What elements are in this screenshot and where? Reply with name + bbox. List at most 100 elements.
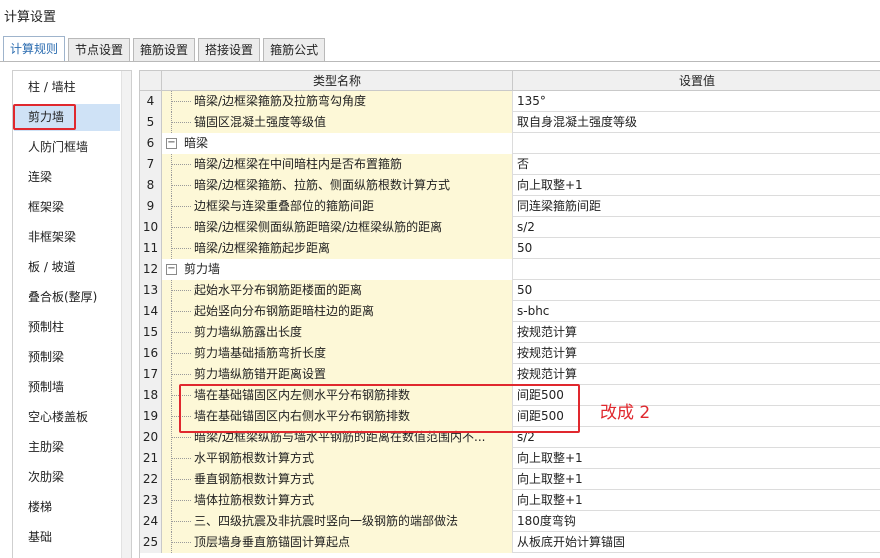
table-row[interactable]: 25 顶层墙身垂直筋锚固计算起点 从板底开始计算锚固	[140, 532, 880, 553]
tab-calc-rules[interactable]: 计算规则	[3, 36, 66, 62]
component-sidebar: 柱 / 墙柱 剪力墙 人防门框墙 连梁 框架梁 非框架梁 板 / 坡道 叠合板(…	[12, 70, 132, 558]
tree-connector-horizontal	[171, 164, 191, 165]
row-number: 16	[140, 343, 162, 364]
table-row[interactable]: 5 锚固区混凝土强度等级值 取自身混凝土强度等级	[140, 112, 880, 133]
row-number: 5	[140, 112, 162, 133]
type-name-cell: − 剪力墙	[162, 259, 513, 280]
sidebar-scrollbar[interactable]	[121, 71, 131, 558]
tree-connector-horizontal	[171, 353, 191, 354]
header-type-name: 类型名称	[162, 71, 513, 91]
setting-value-cell[interactable]: 向上取整+1	[513, 469, 880, 490]
type-name-cell: 暗梁/边框梁侧面纵筋距暗梁/边框梁纵筋的距离	[162, 217, 513, 238]
sidebar-item-civil-defense-door-wall[interactable]: 人防门框墙	[14, 134, 120, 161]
row-number: 11	[140, 238, 162, 259]
tree-connector-horizontal	[171, 521, 191, 522]
tree-connector-horizontal	[171, 332, 191, 333]
sidebar-item-composite-slab[interactable]: 叠合板(整厚)	[14, 284, 120, 311]
setting-value-cell[interactable]: 从板底开始计算锚固	[513, 532, 880, 553]
table-row[interactable]: 8 暗梁/边框梁箍筋、拉筋、侧面纵筋根数计算方式 向上取整+1	[140, 175, 880, 196]
row-number: 17	[140, 364, 162, 385]
setting-value-cell[interactable]: 向上取整+1	[513, 490, 880, 511]
table-row[interactable]: 4 暗梁/边框梁箍筋及拉筋弯勾角度 135°	[140, 91, 880, 112]
table-row[interactable]: 16 剪力墙基础插筋弯折长度 按规范计算	[140, 343, 880, 364]
setting-value-cell[interactable]	[513, 259, 880, 280]
type-name-cell: 边框梁与连梁重叠部位的箍筋间距	[162, 196, 513, 217]
row-number: 14	[140, 301, 162, 322]
sidebar-item-precast-column[interactable]: 预制柱	[14, 314, 120, 341]
type-name-label: 顶层墙身垂直筋锚固计算起点	[194, 535, 351, 549]
type-name-label: 垂直钢筋根数计算方式	[194, 472, 315, 486]
row-number: 12	[140, 259, 162, 280]
tree-connector-horizontal	[171, 542, 191, 543]
setting-value-cell[interactable]: s/2	[513, 217, 880, 238]
setting-value-cell[interactable]: 按规范计算	[513, 343, 880, 364]
type-name-cell: 暗梁/边框梁箍筋、拉筋、侧面纵筋根数计算方式	[162, 175, 513, 196]
setting-value-cell[interactable]: 50	[513, 280, 880, 301]
table-row[interactable]: 15 剪力墙纵筋露出长度 按规范计算	[140, 322, 880, 343]
table-row[interactable]: 10 暗梁/边框梁侧面纵筋距暗梁/边框梁纵筋的距离 s/2	[140, 217, 880, 238]
setting-value-cell[interactable]: 向上取整+1	[513, 448, 880, 469]
setting-value-cell[interactable]	[513, 133, 880, 154]
tree-connector-horizontal	[171, 437, 191, 438]
setting-value-cell[interactable]: 否	[513, 154, 880, 175]
setting-value-cell[interactable]: 180度弯钩	[513, 511, 880, 532]
sidebar-item-foundation[interactable]: 基础	[14, 524, 120, 551]
row-number: 8	[140, 175, 162, 196]
collapse-icon[interactable]: −	[166, 138, 177, 149]
collapse-icon[interactable]: −	[166, 264, 177, 275]
sidebar-item-non-frame-beam[interactable]: 非框架梁	[14, 224, 120, 251]
tab-bar: 计算规则 节点设置 箍筋设置 搭接设置 箍筋公式	[3, 36, 328, 62]
tab-stirrup-settings[interactable]: 箍筋设置	[133, 38, 196, 62]
sidebar-item-slab-ramp[interactable]: 板 / 坡道	[14, 254, 120, 281]
setting-value-cell[interactable]: 取自身混凝土强度等级	[513, 112, 880, 133]
sidebar-item-column[interactable]: 柱 / 墙柱	[14, 74, 120, 101]
type-name-cell: 暗梁/边框梁箍筋及拉筋弯勾角度	[162, 91, 513, 112]
sidebar-item-secondary-rib-beam[interactable]: 次肋梁	[14, 464, 120, 491]
highlight-box-shear-wall	[13, 104, 76, 130]
sidebar-item-precast-beam[interactable]: 预制梁	[14, 344, 120, 371]
sidebar-item-precast-wall[interactable]: 预制墙	[14, 374, 120, 401]
type-name-label: 剪力墙纵筋错开距离设置	[194, 367, 327, 381]
tree-connector-horizontal	[171, 290, 191, 291]
setting-value-cell[interactable]: 按规范计算	[513, 364, 880, 385]
table-row[interactable]: 14 起始竖向分布钢筋距暗柱边的距离 s-bhc	[140, 301, 880, 322]
tab-node-settings[interactable]: 节点设置	[68, 38, 131, 62]
header-row-number	[140, 71, 162, 91]
row-number: 13	[140, 280, 162, 301]
header-setting-value: 设置值	[678, 74, 715, 88]
group-row[interactable]: 12− 剪力墙	[140, 259, 880, 280]
table-row[interactable]: 7 暗梁/边框梁在中间暗柱内是否布置箍筋 否	[140, 154, 880, 175]
table-row[interactable]: 13 起始水平分布钢筋距楼面的距离 50	[140, 280, 880, 301]
setting-value-cell[interactable]: 50	[513, 238, 880, 259]
row-number: 9	[140, 196, 162, 217]
sidebar-item-main-rib-beam[interactable]: 主肋梁	[14, 434, 120, 461]
table-row[interactable]: 24 三、四级抗震及非抗震时竖向一级钢筋的端部做法 180度弯钩	[140, 511, 880, 532]
setting-value-cell[interactable]: 同连梁箍筋间距	[513, 196, 880, 217]
table-row[interactable]: 9 边框梁与连梁重叠部位的箍筋间距 同连梁箍筋间距	[140, 196, 880, 217]
table-row[interactable]: 21 水平钢筋根数计算方式 向上取整+1	[140, 448, 880, 469]
setting-value-cell[interactable]: 135°	[513, 91, 880, 112]
type-name-cell: − 暗梁	[162, 133, 513, 154]
table-row[interactable]: 11 暗梁/边框梁箍筋起步距离 50	[140, 238, 880, 259]
type-name-cell: 剪力墙纵筋露出长度	[162, 322, 513, 343]
type-name-cell: 起始水平分布钢筋距楼面的距离	[162, 280, 513, 301]
type-name-label: 三、四级抗震及非抗震时竖向一级钢筋的端部做法	[194, 514, 459, 528]
setting-value-cell[interactable]: 向上取整+1	[513, 175, 880, 196]
table-row[interactable]: 17 剪力墙纵筋错开距离设置 按规范计算	[140, 364, 880, 385]
table-row[interactable]: 22 垂直钢筋根数计算方式 向上取整+1	[140, 469, 880, 490]
tree-connector-horizontal	[171, 227, 191, 228]
tab-lap-settings[interactable]: 搭接设置	[198, 38, 261, 62]
sidebar-item-hollow-floor-slab[interactable]: 空心楼盖板	[14, 404, 120, 431]
group-label: 暗梁	[184, 136, 209, 150]
setting-value-cell[interactable]: 按规范计算	[513, 322, 880, 343]
type-name-label: 锚固区混凝土强度等级值	[194, 115, 327, 129]
setting-value-cell[interactable]: s-bhc	[513, 301, 880, 322]
sidebar-item-frame-beam[interactable]: 框架梁	[14, 194, 120, 221]
sidebar-item-stairs[interactable]: 楼梯	[14, 494, 120, 521]
table-row[interactable]: 23 墙体拉筋根数计算方式 向上取整+1	[140, 490, 880, 511]
tab-stirrup-formula[interactable]: 箍筋公式	[263, 38, 326, 62]
row-number: 21	[140, 448, 162, 469]
group-row[interactable]: 6− 暗梁	[140, 133, 880, 154]
sidebar-item-coupling-beam[interactable]: 连梁	[14, 164, 120, 191]
group-label: 剪力墙	[184, 262, 221, 276]
